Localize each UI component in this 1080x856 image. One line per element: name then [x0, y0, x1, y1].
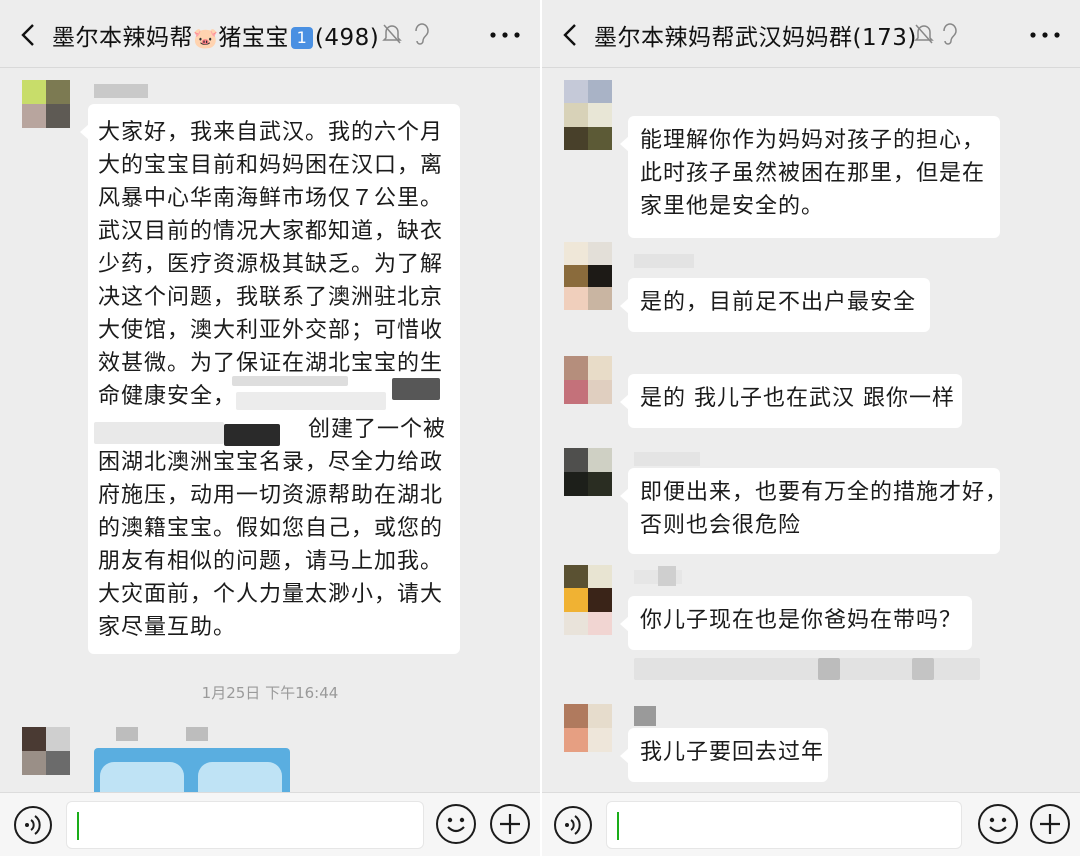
message-line: 少药，医疗资源极其缺乏。为了解 — [98, 252, 444, 277]
message-line: 即便出来，也要有万全的措施才好， — [640, 480, 1009, 505]
nickname-blurred — [186, 727, 208, 741]
ear-icon — [415, 23, 429, 45]
emoji-icon[interactable] — [978, 804, 1018, 844]
message-line: 武汉目前的情况大家都知道，缺衣 — [98, 219, 444, 244]
nickname-blurred — [634, 706, 656, 726]
chat-header: 墨尔本辣妈帮🐷猪宝宝 1 (498) — [0, 0, 540, 68]
redaction-blur — [236, 392, 386, 410]
message-line: 大的宝宝目前和妈妈困在汉口，离 — [98, 153, 444, 178]
timestamp: 1月25日 下午16:44 — [201, 684, 339, 702]
redaction-blur — [818, 658, 840, 680]
nickname-blurred — [634, 452, 700, 466]
emoji-icon[interactable] — [436, 804, 476, 844]
message-line: 大灾面前，个人力量太渺小，请大 — [98, 582, 444, 607]
message-line: 是的 我儿子也在武汉 跟你一样 — [640, 386, 955, 411]
avatar[interactable] — [564, 242, 612, 310]
message-line: 府施压，动用一切资源帮助在湖北 — [98, 483, 444, 508]
message-bubble[interactable]: 是的，目前足不出户最安全 — [620, 278, 930, 332]
avatar[interactable] — [564, 704, 612, 752]
message-line: 困湖北澳洲宝宝名录，尽全力给政 — [98, 450, 444, 475]
message-bubble[interactable]: 你儿子现在也是你爸妈在带吗？ — [620, 596, 972, 650]
text-caret — [617, 812, 619, 840]
redaction-blur — [94, 422, 224, 444]
message-line: 我儿子要回去过年 — [640, 740, 825, 765]
voice-icon[interactable] — [554, 806, 592, 844]
message-line: 决这个问题，我联系了澳洲驻北京 — [98, 285, 444, 310]
title-text: 墨尔本辣妈帮 — [52, 25, 193, 51]
ear-icon — [943, 23, 957, 45]
nickname-blurred — [116, 727, 138, 741]
plus-icon[interactable] — [490, 804, 530, 844]
message-input[interactable] — [606, 801, 962, 849]
message-line: 能理解你作为妈妈对孩子的担心， — [640, 128, 986, 153]
message-bubble[interactable]: 是的 我儿子也在武汉 跟你一样 — [620, 374, 962, 428]
message-line: 此时孩子虽然被困在那里，但是在 — [640, 161, 986, 186]
message-line: 是的，目前足不出户最安全 — [640, 290, 917, 315]
title-text-2: 猪宝宝 — [218, 25, 289, 51]
pig-emoji: 🐷 — [193, 26, 219, 50]
chat-title: 墨尔本辣妈帮🐷猪宝宝 1 (498) — [52, 18, 379, 52]
text-caret — [77, 812, 79, 840]
more-icon[interactable] — [1030, 32, 1060, 38]
message-line: 风暴中心华南海鲜市场仅７公里。 — [98, 186, 444, 211]
input-bar — [542, 792, 1080, 856]
input-bar — [0, 792, 540, 856]
back-arrow-icon[interactable] — [18, 22, 40, 48]
avatar[interactable] — [564, 565, 612, 635]
voice-icon[interactable] — [14, 806, 52, 844]
message-line: 家尽量互助。 — [98, 615, 237, 640]
left-chat-window: 墨尔本辣妈帮🐷猪宝宝 1 (498) 大家好，我来自武汉。我的六个月 大的宝宝目前和… — [0, 0, 540, 856]
avatar[interactable] — [22, 727, 70, 775]
more-icon[interactable] — [490, 32, 520, 38]
message-bubble[interactable]: 能理解你作为妈妈对孩子的担心， 此时孩子虽然被困在那里，但是在 家里他是安全的。 — [620, 116, 1000, 238]
avatar[interactable] — [564, 80, 612, 150]
redaction-blur — [224, 424, 280, 446]
back-arrow-icon[interactable] — [560, 22, 582, 48]
plus-icon[interactable] — [1030, 804, 1070, 844]
message-line: 你儿子现在也是你爸妈在带吗？ — [640, 608, 963, 633]
message-line: 家里他是安全的。 — [640, 194, 825, 219]
avatar[interactable] — [564, 356, 612, 404]
redaction-blur — [392, 378, 440, 400]
avatar[interactable] — [22, 80, 70, 128]
member-count: (498) — [314, 25, 380, 51]
redaction-blur — [232, 376, 348, 386]
right-chat-window: 墨尔本辣妈帮武汉妈妈群(173) 能理解你作为妈妈对孩子的担心， 此时孩子虽然被… — [542, 0, 1080, 856]
message-line: 的澳籍宝宝。假如您自己，或您的 — [98, 516, 444, 541]
message-line: 朋友有相似的问题，请马上加我。 — [98, 549, 444, 574]
message-input[interactable] — [66, 801, 424, 849]
avatar[interactable] — [564, 448, 612, 496]
message-bubble[interactable]: 即便出来，也要有万全的措施才好， 否则也会很危险 — [620, 468, 1009, 554]
mute-bell-icon — [914, 24, 934, 44]
message-bubble[interactable]: 我儿子要回去过年 — [620, 728, 828, 782]
mute-bell-icon — [382, 24, 402, 44]
message-line: 大家好，我来自武汉。我的六个月 — [98, 120, 444, 145]
chat-title: 墨尔本辣妈帮武汉妈妈群(173) — [594, 25, 917, 51]
chat-header: 墨尔本辣妈帮武汉妈妈群(173) — [542, 0, 1080, 68]
redaction-blur — [912, 658, 934, 680]
nickname-blurred — [94, 84, 148, 98]
keycap-badge: 1 — [290, 27, 313, 49]
nickname-blurred — [634, 254, 694, 268]
message-line: 大使馆，澳大利亚外交部；可惜收 — [98, 318, 444, 343]
nickname-blurred — [658, 566, 676, 586]
message-line: 否则也会很危险 — [640, 513, 802, 538]
